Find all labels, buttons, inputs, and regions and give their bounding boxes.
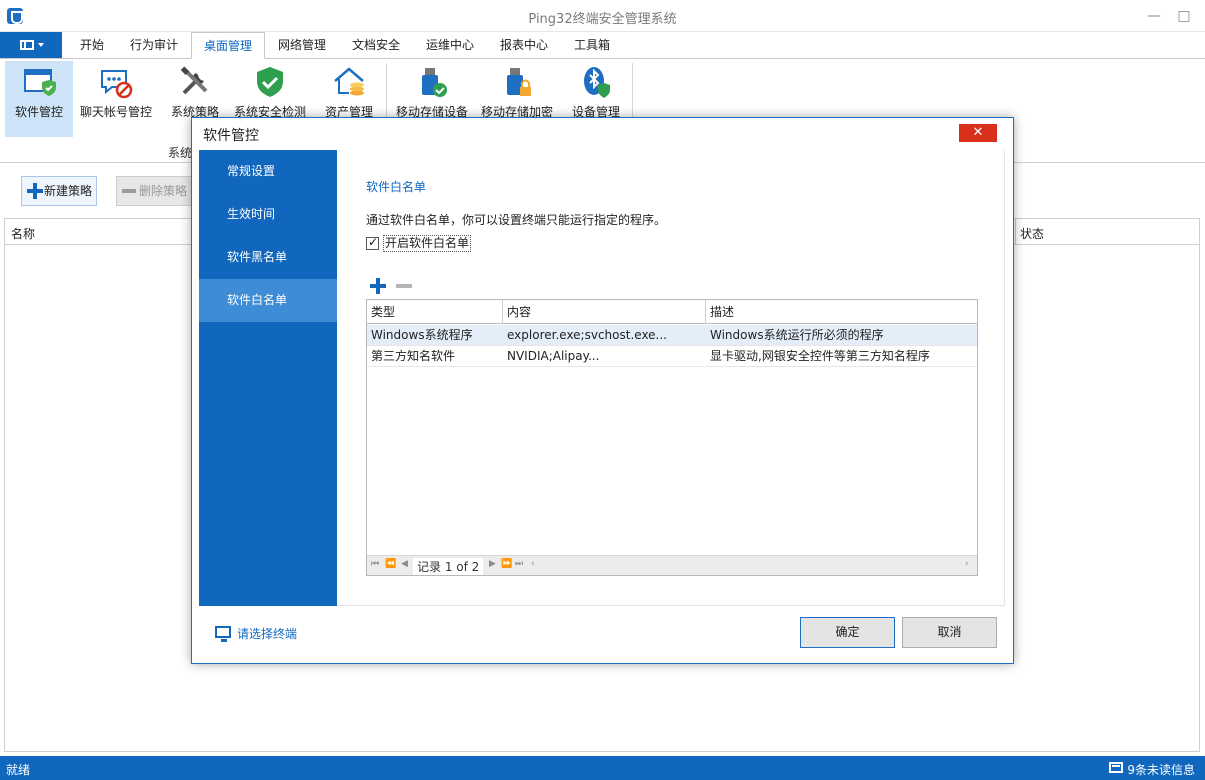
ribbon-group-label: 系统 — [168, 146, 193, 160]
cell-type: 第三方知名软件 — [371, 349, 456, 363]
column-header-name[interactable]: 名称 — [11, 225, 35, 242]
dialog-footer: 请选择终端 确定 取消 — [192, 606, 1013, 663]
add-icon[interactable] — [370, 278, 386, 294]
checkbox-label: 开启软件白名单 — [383, 235, 472, 252]
delete-policy-label: 删除策略 — [139, 184, 188, 198]
column-header-type[interactable]: 类型 — [367, 300, 503, 324]
section-title: 软件白名单 — [366, 180, 427, 194]
tab-start[interactable]: 开始 — [66, 32, 118, 58]
column-divider — [1015, 219, 1016, 245]
maximize-button[interactable]: □ — [1172, 6, 1196, 26]
plus-icon — [27, 183, 43, 199]
sidebar-item-software-whitelist[interactable]: 软件白名单 — [199, 279, 337, 322]
pager-record-label: 记录 1 of 2 — [413, 558, 484, 575]
column-header-status[interactable]: 状态 — [1020, 225, 1044, 242]
window-title: Ping32终端安全管理系统 — [528, 12, 677, 27]
new-policy-button[interactable]: 新建策略 — [21, 176, 97, 206]
prev-page-icon[interactable]: ◀ — [401, 559, 408, 569]
prev-fast-icon[interactable]: ⏪ — [385, 559, 396, 569]
tab-desktop-management[interactable]: 桌面管理 — [191, 32, 265, 59]
tab-ops-center[interactable]: 运维中心 — [416, 32, 484, 58]
message-icon — [1109, 762, 1123, 773]
cancel-button[interactable]: 取消 — [902, 617, 997, 648]
usb-lock-icon — [507, 68, 531, 96]
column-header-content[interactable]: 内容 — [503, 300, 706, 324]
next-fast-icon[interactable]: ⏩ — [501, 559, 512, 569]
delete-policy-button[interactable]: 删除策略 — [116, 176, 196, 206]
checkbox-checked-icon[interactable] — [366, 235, 379, 250]
table-row[interactable]: Windows系统程序 explorer.exe;svchost.exe... … — [367, 325, 977, 346]
ribbon-label: 聊天帐号管控 — [79, 105, 152, 119]
select-terminal-label: 请选择终端 — [237, 627, 298, 641]
ribbon-label: 软件管控 — [14, 105, 63, 119]
cell-description: 显卡驱动,网银安全控件等第三方知名程序 — [710, 349, 930, 363]
new-policy-label: 新建策略 — [44, 184, 93, 198]
unread-messages-link[interactable]: 9条未读信息 — [1127, 761, 1195, 778]
scroll-right-icon[interactable]: › — [965, 559, 969, 569]
table-row[interactable]: 第三方知名软件 NVIDIA;Alipay... 显卡驱动,网银安全控件等第三方… — [367, 346, 977, 367]
tools-icon — [180, 66, 208, 95]
cell-type: Windows系统程序 — [371, 328, 473, 342]
usb-check-icon — [422, 68, 447, 97]
column-header-description[interactable]: 描述 — [706, 300, 977, 324]
tab-report-center[interactable]: 报表中心 — [490, 32, 558, 58]
software-control-dialog: 软件管控 ✕ 常规设置 生效时间 软件黑名单 软件白名单 软件白名单 通过软件白… — [191, 117, 1014, 664]
sidebar-item-effective-time[interactable]: 生效时间 — [199, 193, 337, 236]
chat-account-icon — [101, 70, 133, 99]
next-page-icon[interactable]: ▶ — [489, 559, 496, 569]
app-menu-button[interactable] — [0, 32, 62, 58]
status-bar: 就绪 9条未读信息 — [0, 756, 1205, 780]
sidebar-item-software-blacklist[interactable]: 软件黑名单 — [199, 236, 337, 279]
table-header: 类型 内容 描述 — [367, 300, 977, 324]
tab-document-security[interactable]: 文档安全 — [342, 32, 410, 58]
minimize-button[interactable]: — — [1142, 6, 1166, 26]
dialog-close-button[interactable]: ✕ — [959, 124, 997, 142]
bluetooth-shield-icon — [584, 67, 610, 98]
select-terminal-link[interactable]: 请选择终端 — [215, 625, 297, 642]
minus-icon — [122, 189, 136, 193]
cell-description: Windows系统运行所必须的程序 — [710, 328, 884, 342]
tab-behavior-audit[interactable]: 行为审计 — [121, 32, 187, 58]
ribbon-software-control[interactable]: 软件管控 — [5, 61, 73, 137]
tab-toolbox[interactable]: 工具箱 — [564, 32, 620, 58]
scroll-left-icon[interactable]: ‹ — [531, 559, 535, 569]
cell-content: NVIDIA;Alipay... — [507, 349, 600, 363]
shield-check-icon — [257, 67, 283, 97]
dialog-sidebar: 常规设置 生效时间 软件黑名单 软件白名单 — [199, 150, 337, 606]
sidebar-item-general-settings[interactable]: 常规设置 — [199, 150, 337, 193]
remove-icon[interactable] — [396, 284, 412, 288]
dialog-content: 软件白名单 通过软件白名单，你可以设置终端只能运行指定的程序。 开启软件白名单 … — [337, 150, 1005, 606]
cell-content: explorer.exe;svchost.exe... — [507, 328, 667, 342]
status-text: 就绪 — [6, 763, 31, 777]
software-control-icon — [24, 69, 56, 96]
menu-bar: 开始 行为审计 桌面管理 网络管理 文档安全 运维中心 报表中心 工具箱 — [0, 32, 1205, 59]
chevron-down-icon — [38, 43, 44, 47]
tab-network-management[interactable]: 网络管理 — [268, 32, 336, 58]
table-pager: ⏮ ⏪ ◀ 记录 1 of 2 ▶ ⏩ ⏭ ‹ › — [367, 555, 977, 575]
asset-house-icon — [334, 67, 364, 96]
app-menu-icon — [20, 40, 34, 50]
dialog-title: 软件管控 — [203, 128, 259, 144]
dialog-title-bar: 软件管控 ✕ — [192, 118, 1013, 150]
section-description: 通过软件白名单，你可以设置终端只能运行指定的程序。 — [366, 213, 667, 227]
title-bar: Ping32终端安全管理系统 — □ — [0, 0, 1205, 32]
first-page-icon[interactable]: ⏮ — [371, 559, 379, 569]
monitor-icon — [215, 626, 231, 642]
whitelist-table: 类型 内容 描述 Windows系统程序 explorer.exe;svchos… — [366, 299, 978, 576]
last-page-icon[interactable]: ⏭ — [515, 559, 523, 569]
ribbon-chat-account-control[interactable]: 聊天帐号管控 — [78, 61, 154, 137]
ok-button[interactable]: 确定 — [800, 617, 895, 648]
